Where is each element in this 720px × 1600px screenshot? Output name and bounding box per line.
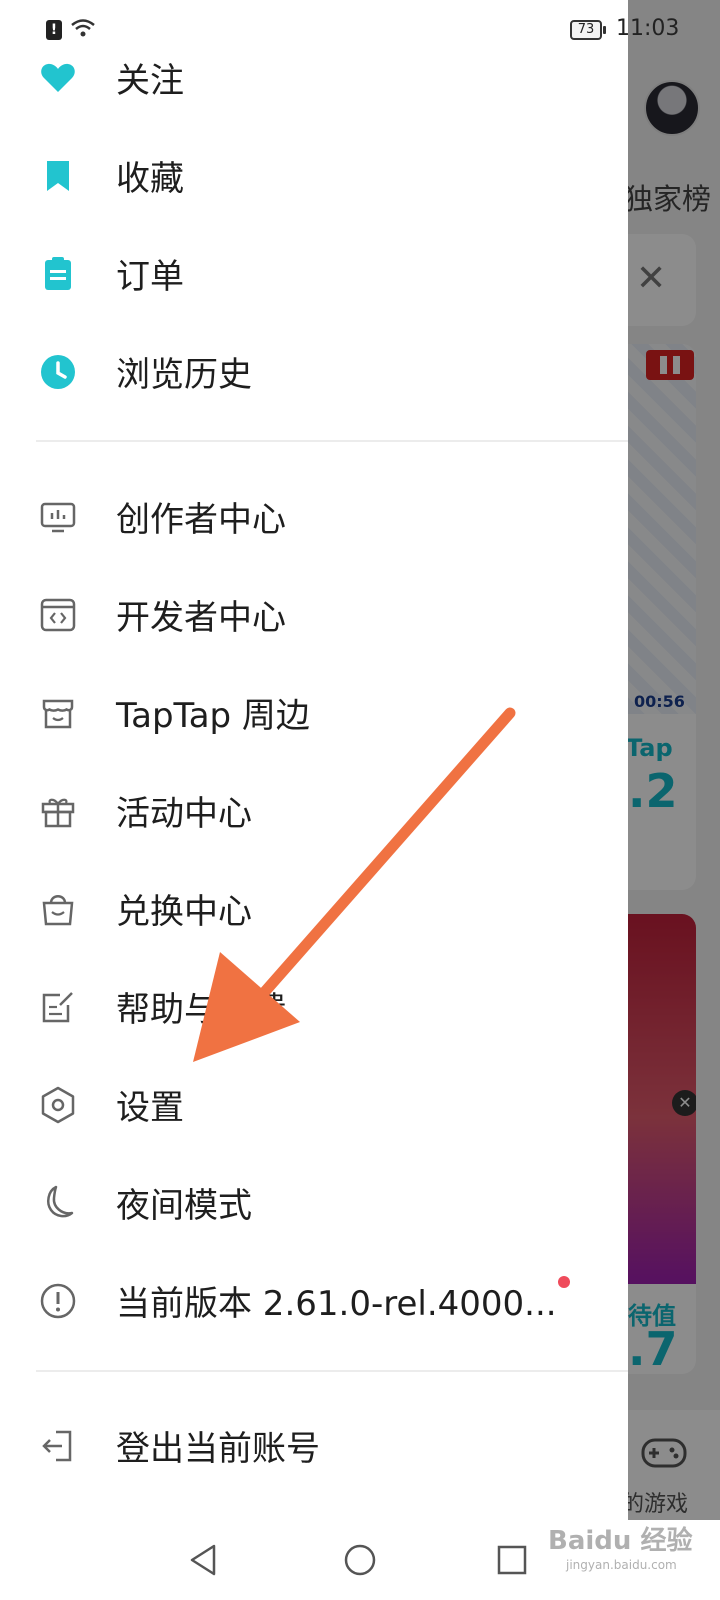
watermark-url: jingyan.baidu.com bbox=[566, 1558, 677, 1572]
navigation-drawer: 关注 收藏 订单 浏览历史 创作者中心 开发者中心 TapTap 周边 活动中心… bbox=[0, 0, 628, 1520]
wifi-icon bbox=[71, 19, 95, 37]
menu-item-redeem[interactable]: 兑换中心 bbox=[0, 860, 628, 958]
menu-item-label: 登出当前账号 bbox=[116, 1429, 320, 1469]
shopping-bag-icon bbox=[42, 895, 74, 926]
menu-item-events[interactable]: 活动中心 bbox=[0, 762, 628, 860]
divider bbox=[36, 1370, 628, 1372]
back-triangle-icon[interactable] bbox=[178, 1534, 230, 1586]
menu-item-orders[interactable]: 订单 bbox=[0, 225, 628, 323]
code-window-icon bbox=[40, 598, 76, 632]
update-badge-dot bbox=[558, 1276, 570, 1288]
status-bar: ! 73 11:03 bbox=[0, 0, 720, 60]
menu-item-history[interactable]: 浏览历史 bbox=[0, 323, 628, 421]
logout-icon bbox=[42, 1430, 72, 1462]
menu-item-label: 创作者中心 bbox=[116, 500, 286, 540]
menu-item-version[interactable]: 当前版本 2.61.0-rel.4000... bbox=[0, 1252, 628, 1350]
menu-item-label: 活动中心 bbox=[116, 794, 252, 834]
store-icon bbox=[42, 699, 74, 729]
hexagon-settings-icon bbox=[41, 1086, 75, 1124]
menu-item-label: 开发者中心 bbox=[116, 598, 286, 638]
drawer-scrim[interactable] bbox=[628, 0, 720, 1520]
watermark: Baidu 经验 bbox=[548, 1526, 693, 1556]
clock-icon bbox=[41, 355, 75, 389]
heart-icon bbox=[41, 63, 75, 92]
clipboard-icon bbox=[45, 257, 71, 290]
menu-item-label: 设置 bbox=[116, 1088, 184, 1128]
status-time: 11:03 bbox=[616, 16, 680, 41]
menu-item-help[interactable]: 帮助与反馈 bbox=[0, 958, 628, 1056]
menu-item-settings[interactable]: 设置 bbox=[0, 1056, 628, 1154]
menu-item-label: 夜间模式 bbox=[116, 1186, 252, 1226]
moon-icon bbox=[47, 1185, 74, 1218]
battery-icon: 73 bbox=[570, 20, 606, 40]
menu-item-label: 关注 bbox=[116, 61, 184, 101]
menu-item-developer[interactable]: 开发者中心 bbox=[0, 566, 628, 664]
home-circle-icon[interactable] bbox=[334, 1534, 386, 1586]
alert-icon: ! bbox=[46, 20, 62, 40]
recents-square-icon[interactable] bbox=[486, 1534, 538, 1586]
menu-item-label: 浏览历史 bbox=[116, 355, 252, 395]
menu-item-night-mode[interactable]: 夜间模式 bbox=[0, 1154, 628, 1252]
menu-item-label: 收藏 bbox=[116, 159, 184, 199]
menu-item-merch[interactable]: TapTap 周边 bbox=[0, 664, 628, 762]
monitor-chart-icon bbox=[40, 502, 76, 533]
menu-item-creator[interactable]: 创作者中心 bbox=[0, 468, 628, 566]
menu-item-label: 兑换中心 bbox=[116, 892, 252, 932]
divider bbox=[36, 440, 628, 442]
bookmark-icon bbox=[47, 161, 69, 191]
menu-item-logout[interactable]: 登出当前账号 bbox=[0, 1397, 628, 1495]
gift-icon bbox=[41, 798, 75, 828]
menu-item-label: 当前版本 2.61.0-rel.4000... bbox=[116, 1284, 557, 1324]
menu-item-label: 订单 bbox=[116, 257, 184, 297]
info-circle-icon bbox=[40, 1283, 76, 1319]
menu-item-favorites[interactable]: 收藏 bbox=[0, 127, 628, 225]
edit-note-icon bbox=[42, 992, 73, 1023]
menu-item-label: 帮助与反馈 bbox=[116, 990, 286, 1030]
menu-item-label: TapTap 周边 bbox=[116, 696, 310, 736]
